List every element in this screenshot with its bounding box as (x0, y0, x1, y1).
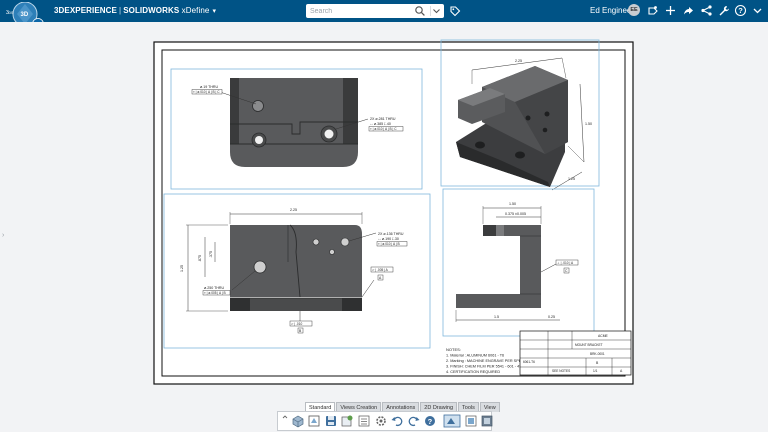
front-gdt-bottom: ⏥ | .010 (291, 322, 302, 326)
front-note-hole-1: 2X ø.136 THRU (378, 232, 404, 236)
drawing-icon[interactable] (307, 414, 321, 428)
top-gdt-hole: ⌖ | ø.010 | A | B | C (193, 90, 220, 94)
avatar[interactable]: EE (628, 4, 640, 16)
note-line-3: 3. FINISH: CHEM FILM PER 5541 - 601 - 45 (446, 365, 521, 369)
tb-part-no: BRK-0001 (590, 352, 605, 356)
front-note-hole-2: ⌴ ø.190 ↧.30 (378, 237, 399, 241)
iso-dim-diag: 1.25 (568, 177, 575, 181)
tools-icon[interactable] (717, 4, 730, 17)
right-dim-bottom-2: 0.25 (548, 315, 555, 319)
top-note-cbore-2: ⌴ ø.385 ↧.40 (370, 122, 391, 126)
front-note-thru: ø.250 THRU (204, 286, 225, 290)
properties-icon[interactable] (357, 414, 371, 428)
search-box (306, 4, 444, 18)
svg-text:DS: DS (9, 11, 15, 15)
chevron-down-icon[interactable] (430, 4, 442, 18)
top-bar: 3 DS 3D V,R 3DEXPERIENCE|SOLIDWORKS xDef… (0, 0, 768, 30)
tb-part-name: MOUNT BRACKET (575, 343, 603, 347)
front-gdt-hole: ⌖ | ø.010 | A | B (378, 242, 400, 246)
right-gdt: ⊥ | .010 | A (557, 261, 574, 265)
front-gdt-flat: ⏥ | .005 | A (372, 268, 389, 272)
tb-finish: SEE NOTES (552, 369, 570, 373)
add-icon[interactable] (664, 4, 677, 17)
iso-dim-right: 1.50 (585, 122, 592, 126)
tb-sheet: 1/1 (593, 369, 598, 373)
app-brand[interactable]: 3DEXPERIENCE | SOLIDWORKS xDefine ▾ (54, 5, 216, 18)
search-input[interactable] (310, 5, 412, 17)
display-icon[interactable] (480, 414, 494, 428)
share-icon[interactable] (682, 4, 695, 17)
note-line-2: 2. Marking : MACHINE ENGRAVE PER SPEC (446, 359, 524, 363)
undo-icon[interactable] (390, 414, 404, 428)
title-block[interactable]: ACME MOUNT BRACKET BRK-0001 6061-T6 SEE … (519, 330, 632, 376)
svg-text:?: ? (738, 6, 743, 15)
brand-app-name: xDefine (181, 6, 210, 15)
svg-text:?: ? (428, 417, 433, 426)
chevron-down-icon[interactable]: ▾ (212, 6, 216, 18)
compass-label: 3D (21, 12, 29, 18)
view-icon[interactable] (464, 414, 478, 428)
front-dim-left-2: .875 (198, 255, 202, 262)
settings-icon[interactable] (374, 414, 388, 428)
iso-dim-top: 2.25 (515, 59, 522, 63)
right-dim-top-2: 0.375 ±0.005 (505, 212, 526, 216)
right-dim-top: 1.50 (509, 202, 516, 206)
top-note-cbore-1: 2X ø.281 THRU (370, 117, 396, 121)
front-gdt-thru: ⌖ | ø.005 | A | B (204, 291, 226, 295)
sheet-icon[interactable] (443, 414, 461, 428)
help-icon[interactable]: ? (734, 4, 747, 17)
tb-material: 6061-T6 (523, 360, 535, 364)
drawing-canvas[interactable]: › ø.19 THRU ⌖ | ø.010 | A | B | C 2X ø.2… (0, 22, 768, 412)
tb-company: ACME (598, 334, 609, 338)
top-note-hole: ø.19 THRU (200, 85, 219, 89)
right-dim-bottom-1: 1.5 (494, 315, 499, 319)
search-icon[interactable] (414, 5, 426, 17)
part-icon[interactable] (291, 414, 305, 428)
brand-experience: 3DEXPERIENCE (54, 6, 117, 15)
network-icon[interactable] (700, 4, 713, 17)
chevron-down-icon[interactable] (751, 4, 764, 17)
front-dim-left-3: .375 (209, 251, 213, 258)
front-dim-left-1: 1.25 (180, 265, 184, 272)
notes-title: NOTES: (446, 347, 461, 352)
action-bar: ? (277, 411, 494, 431)
tag-icon[interactable] (449, 5, 461, 17)
top-gdt-cbore: ⌖ | ø.010 | A | B | C (370, 127, 397, 131)
expand-icon[interactable] (282, 414, 288, 428)
note-line-1: 1. Material : ALUMINUM 6061 - T6 (446, 354, 504, 358)
notifications-icon[interactable] (646, 4, 659, 17)
save-icon[interactable] (324, 414, 338, 428)
brand-solidworks: SOLIDWORKS (123, 6, 180, 15)
new-icon[interactable] (340, 414, 354, 428)
note-line-4: 4. CERTIFICATION REQUIRED (446, 370, 500, 374)
redo-icon[interactable] (407, 414, 421, 428)
help-icon[interactable]: ? (423, 414, 437, 428)
front-dim-top: 2.25 (290, 208, 297, 212)
drawing-sheet[interactable]: ø.19 THRU ⌖ | ø.010 | A | B | C 2X ø.281… (0, 22, 768, 412)
